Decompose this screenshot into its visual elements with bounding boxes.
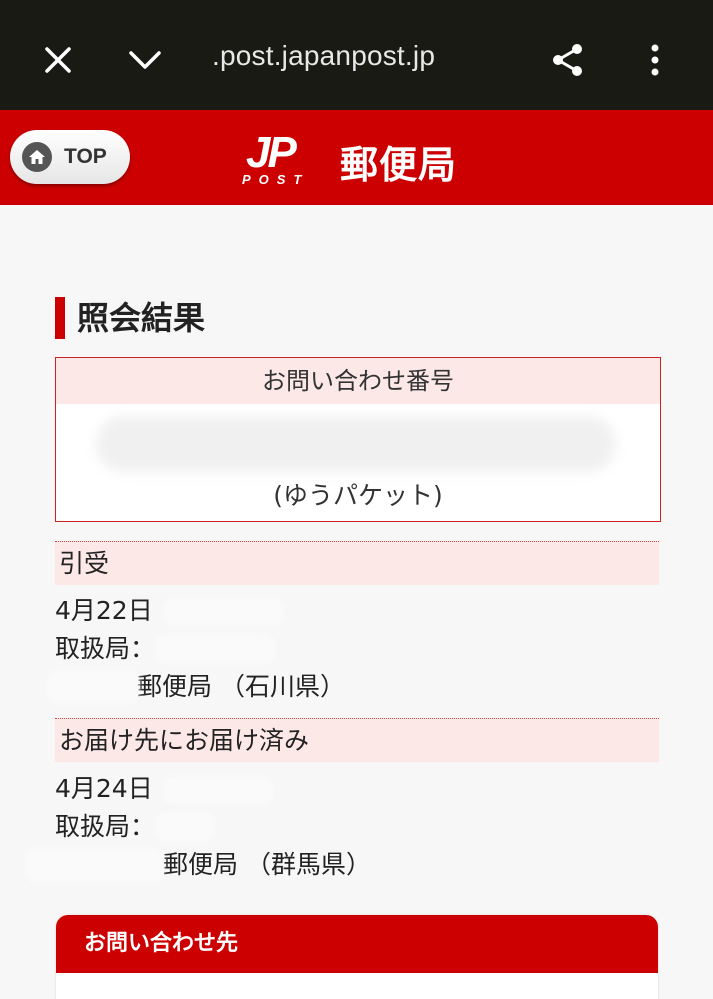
event-detail-accepted: 4月22日 取扱局： 郵便局 （石川県） — [47, 592, 345, 706]
status-heading-accepted: 引受 — [55, 541, 659, 585]
redacted-time — [163, 776, 273, 804]
inquiry-number-label: お問い合わせ番号 — [56, 358, 660, 404]
logo-post-text: POST — [242, 172, 310, 187]
contact-panel: お問い合わせ先 — [56, 915, 658, 999]
event-date: 4月24日 — [55, 774, 153, 803]
item-type: (ゆうパケット) — [273, 481, 443, 510]
share-icon[interactable] — [538, 30, 598, 90]
logo-jp-mark: JP — [246, 128, 297, 177]
event-detail-delivered: 4月24日 取扱局： 郵便局 （群馬県） — [25, 770, 371, 884]
inquiry-number-box: お問い合わせ番号 (ゆうパケット) — [55, 357, 661, 522]
redacted-office-prefix — [155, 634, 275, 664]
redacted-office-name — [47, 670, 139, 704]
page-title: 照会結果 — [55, 297, 205, 339]
event-date: 4月22日 — [55, 596, 153, 625]
address-bar-url[interactable]: .post.japanpost.jp — [212, 40, 435, 72]
more-vert-icon[interactable] — [625, 30, 685, 90]
japan-post-logo[interactable]: JP POST 郵便局 — [240, 128, 480, 190]
office-name: 郵便局 （石川県） — [137, 672, 345, 701]
top-button-label: TOP — [64, 145, 107, 168]
site-header: TOP JP POST 郵便局 — [0, 110, 713, 205]
chevron-down-icon[interactable] — [115, 30, 175, 90]
close-icon[interactable] — [28, 30, 88, 90]
contact-title[interactable]: お問い合わせ先 — [56, 915, 658, 973]
status-heading-delivered: お届け先にお届け済み — [55, 718, 659, 762]
office-label: 取扱局： — [55, 812, 156, 841]
redacted-office-prefix — [155, 812, 215, 842]
top-button[interactable]: TOP — [10, 130, 130, 184]
office-label: 取扱局： — [55, 634, 156, 663]
redacted-office-name — [25, 848, 163, 882]
redacted-tracking-number — [96, 416, 616, 472]
browser-toolbar: .post.japanpost.jp — [0, 0, 713, 110]
site-name: 郵便局 — [340, 143, 458, 187]
home-icon — [22, 142, 52, 172]
office-name: 郵便局 （群馬県） — [163, 850, 371, 879]
redacted-time — [163, 598, 283, 626]
